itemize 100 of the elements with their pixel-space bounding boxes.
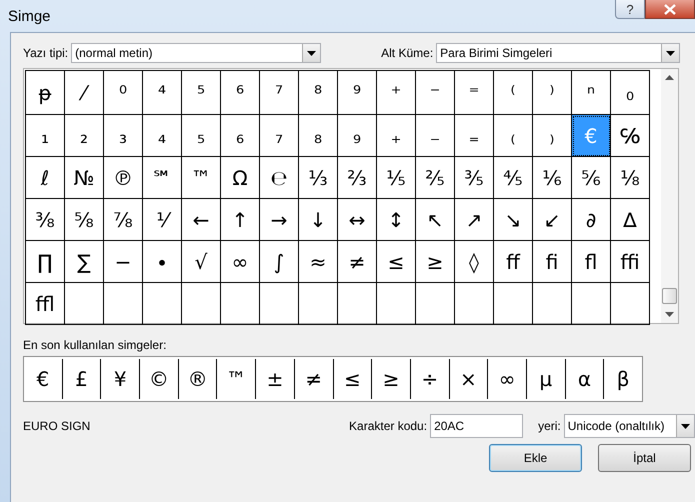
symbol-cell[interactable]: ∂ <box>572 199 611 241</box>
symbol-cell[interactable]: ℗ <box>104 157 143 199</box>
symbol-cell[interactable]: ⅖ <box>416 157 455 199</box>
symbol-cell[interactable]: ⁹ <box>338 71 377 115</box>
symbol-cell[interactable]: ≠ <box>338 241 377 283</box>
symbol-cell[interactable]: ⅙ <box>533 157 572 199</box>
character-code-field[interactable]: 20AC <box>430 414 524 438</box>
symbol-cell[interactable]: ← <box>182 199 221 241</box>
symbol-cell[interactable]: → <box>260 199 299 241</box>
recent-symbol-cell[interactable]: ÷ <box>410 359 450 399</box>
symbol-cell[interactable]: ⅘ <box>494 157 533 199</box>
symbol-cell[interactable]: ↙ <box>533 199 572 241</box>
cancel-button[interactable]: İptal <box>598 444 691 472</box>
symbol-cell[interactable]: ⁽ <box>494 71 533 115</box>
symbol-cell[interactable]: ◊ <box>455 241 494 283</box>
symbol-cell[interactable]: ⁶ <box>221 71 260 115</box>
symbol-cell[interactable]: Ω <box>221 157 260 199</box>
symbol-cell[interactable]: ∏ <box>26 241 65 283</box>
symbol-cell[interactable]: ↓ <box>299 199 338 241</box>
symbol-cell[interactable]: ≥ <box>416 241 455 283</box>
symbol-cell[interactable]: ↕ <box>377 199 416 241</box>
recent-symbol-cell[interactable]: × <box>450 359 488 399</box>
symbol-cell[interactable]: ₉ <box>338 115 377 157</box>
symbol-cell[interactable]: ⁄ <box>65 71 104 115</box>
from-dropdown[interactable]: Unicode (onaltılık) <box>564 414 695 438</box>
recent-symbol-cell[interactable]: µ <box>526 359 566 399</box>
symbol-cell[interactable]: ₀ <box>611 71 650 115</box>
symbol-cell[interactable]: ↑ <box>221 199 260 241</box>
symbol-cell[interactable]: ⁺ <box>377 71 416 115</box>
symbol-cell[interactable]: ⅔ <box>338 157 377 199</box>
recent-symbol-cell[interactable]: ® <box>178 359 218 399</box>
symbol-cell[interactable]: ₌ <box>455 115 494 157</box>
symbol-cell[interactable]: ⅚ <box>572 157 611 199</box>
symbol-cell[interactable]: ℮ <box>260 157 299 199</box>
symbol-cell[interactable]: ≈ <box>299 241 338 283</box>
symbol-cell[interactable]: ₍ <box>494 115 533 157</box>
symbol-cell[interactable]: ⁸ <box>299 71 338 115</box>
recent-symbol-cell[interactable]: ¥ <box>101 359 140 399</box>
symbol-cell[interactable]: ₋ <box>416 115 455 157</box>
scrollbar[interactable] <box>661 69 678 323</box>
symbol-cell[interactable]: ₄ <box>143 115 182 157</box>
symbol-cell[interactable]: − <box>104 241 143 283</box>
symbol-cell[interactable]: ℠ <box>143 157 182 199</box>
symbol-cell[interactable]: ₊ <box>377 115 416 157</box>
recent-symbol-cell[interactable]: ≤ <box>334 359 372 399</box>
symbol-cell[interactable]: ∙ <box>143 241 182 283</box>
symbol-cell[interactable]: ⁰ <box>104 71 143 115</box>
symbol-cell[interactable]: № <box>65 157 104 199</box>
symbol-cell[interactable]: ∞ <box>221 241 260 283</box>
symbol-cell[interactable]: ⅗ <box>455 157 494 199</box>
symbol-cell[interactable]: ﬃ <box>611 241 650 283</box>
symbol-cell[interactable]: ₅ <box>182 115 221 157</box>
symbol-cell[interactable]: ⁷ <box>260 71 299 115</box>
symbol-cell[interactable]: ⅝ <box>65 199 104 241</box>
symbol-cell[interactable]: ₂ <box>65 115 104 157</box>
recent-symbol-cell[interactable]: ≠ <box>294 359 334 399</box>
symbol-cell[interactable]: ₇ <box>260 115 299 157</box>
symbol-cell[interactable]: ₆ <box>221 115 260 157</box>
symbol-cell[interactable]: ∑ <box>65 241 104 283</box>
symbol-cell[interactable]: ﬂ <box>572 241 611 283</box>
font-dropdown[interactable]: (normal metin) <box>71 43 322 63</box>
subset-dropdown[interactable]: Para Birimi Simgeleri <box>436 43 680 63</box>
recent-symbol-cell[interactable]: ≥ <box>372 359 411 399</box>
recent-symbol-cell[interactable]: α <box>566 359 604 399</box>
symbol-cell[interactable]: ≤ <box>377 241 416 283</box>
symbol-cell[interactable]: √ <box>182 241 221 283</box>
symbol-cell[interactable]: ⅜ <box>26 199 65 241</box>
symbol-cell[interactable]: ⅕ <box>377 157 416 199</box>
symbol-cell[interactable]: ⅛ <box>611 157 650 199</box>
symbol-cell[interactable]: ↔ <box>338 199 377 241</box>
recent-symbol-cell[interactable]: ± <box>256 359 295 399</box>
help-button[interactable]: ? <box>615 0 645 19</box>
recent-symbol-cell[interactable]: β <box>604 359 642 399</box>
symbol-cell[interactable]: ⅓ <box>299 157 338 199</box>
symbol-cell[interactable]: ₃ <box>104 115 143 157</box>
symbol-cell[interactable]: ⁵ <box>182 71 221 115</box>
symbol-cell[interactable]: ⁼ <box>455 71 494 115</box>
symbol-cell[interactable]: ℅ <box>611 115 650 157</box>
symbol-cell[interactable]: ∆ <box>611 199 650 241</box>
symbol-cell[interactable]: ₈ <box>299 115 338 157</box>
symbol-cell[interactable]: ⅞ <box>104 199 143 241</box>
recent-symbol-cell[interactable]: ™ <box>217 359 256 399</box>
symbol-cell[interactable]: ↖ <box>416 199 455 241</box>
symbol-cell[interactable]: ₁ <box>26 115 65 157</box>
close-button[interactable] <box>645 0 695 19</box>
symbol-cell[interactable]: ⁾ <box>533 71 572 115</box>
symbol-cell[interactable]: ﬀ <box>494 241 533 283</box>
recent-symbol-cell[interactable]: © <box>140 359 179 399</box>
symbol-cell[interactable]: ∫ <box>260 241 299 283</box>
symbol-cell[interactable]: ™ <box>182 157 221 199</box>
symbol-cell[interactable]: ⁴ <box>143 71 182 115</box>
scrollbar-thumb[interactable] <box>662 288 677 304</box>
recent-symbol-cell[interactable]: € <box>24 359 63 399</box>
symbol-cell[interactable]: ↘ <box>494 199 533 241</box>
symbol-cell[interactable]: ↗ <box>455 199 494 241</box>
symbol-cell[interactable]: ℓ <box>26 157 65 199</box>
symbol-cell[interactable]: ﬄ <box>26 283 65 325</box>
symbol-cell[interactable]: ⁻ <box>416 71 455 115</box>
recent-symbol-cell[interactable]: £ <box>62 359 102 399</box>
symbol-cell[interactable]: ⅟ <box>143 199 182 241</box>
